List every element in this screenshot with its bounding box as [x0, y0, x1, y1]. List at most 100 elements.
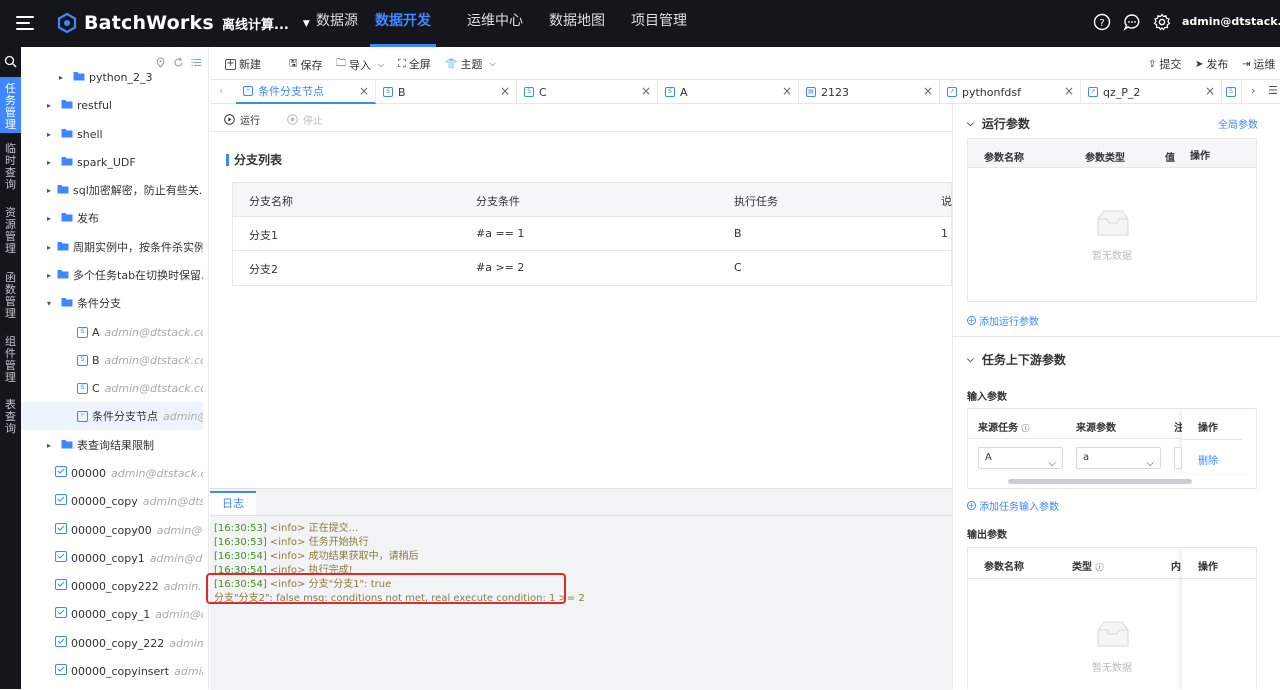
tree-item[interactable]: ▸ restful: [21, 91, 203, 119]
tree-item[interactable]: 00000_copy_222 admin...: [21, 629, 203, 657]
global-params-link[interactable]: 全局参数: [1218, 116, 1258, 131]
close-icon[interactable]: ×: [923, 84, 933, 98]
caret-right-icon[interactable]: ▸: [59, 73, 67, 82]
caret-down-icon[interactable]: ▾: [47, 299, 55, 308]
submit-button[interactable]: ⇪ 提交: [1148, 56, 1181, 72]
tree-item[interactable]: 00000_copy222 admin...: [21, 572, 203, 600]
tree-item[interactable]: 00000_copy_1 admin@d...: [21, 600, 203, 628]
tree-item[interactable]: ⑂ 条件分支节点 admin@...: [21, 402, 203, 430]
tree-item[interactable]: SCadmin@dtstack.co...: [21, 374, 203, 402]
save-button[interactable]: 🖫 保存: [289, 56, 323, 73]
tab-pythonfdsf[interactable]: ↗ pythonfdsf ×: [940, 80, 1081, 104]
nav-tab-ops[interactable]: 运维中心: [467, 0, 523, 47]
tree-item[interactable]: ▸ 发布: [21, 204, 203, 232]
log-tab[interactable]: 日志: [210, 491, 256, 515]
close-icon[interactable]: ×: [1205, 84, 1215, 98]
source-param-select[interactable]: a ⌵: [1076, 447, 1161, 469]
tab-c[interactable]: S C ×: [517, 80, 658, 104]
source-task-select[interactable]: A ⌵: [978, 447, 1063, 469]
delete-link[interactable]: 删除: [1198, 452, 1218, 467]
run-button[interactable]: 运行: [224, 112, 260, 127]
leftnav-component-manage[interactable]: 组件管理: [0, 336, 21, 388]
fullscreen-button[interactable]: ⛶ 全屏: [398, 56, 431, 72]
ops-button[interactable]: ⇥ 运维: [1242, 56, 1275, 72]
close-icon[interactable]: ×: [782, 84, 792, 98]
tab-scroll-right-icon[interactable]: ›: [1251, 84, 1255, 97]
stop-button[interactable]: 停止: [287, 112, 323, 127]
chevron-down-icon: ⌵: [967, 118, 974, 129]
message-icon[interactable]: [1123, 13, 1141, 31]
file-tree: ▸ python_2_3 ▸ restful ▸ shell ▸ spark_UDF ▸ sql加…: [21, 47, 209, 689]
io-params-section[interactable]: ⌵ 任务上下游参数: [967, 351, 1066, 368]
caret-right-icon[interactable]: ▸: [47, 158, 55, 167]
tree-item[interactable]: ▸ python_2_3: [21, 63, 203, 91]
tree-item[interactable]: ▾ 条件分支: [21, 289, 203, 317]
new-button[interactable]: + 新建: [225, 56, 261, 72]
note-input[interactable]: [1174, 447, 1182, 469]
leftnav-task-manage[interactable]: 任务管理: [0, 77, 21, 133]
nav-tab-project[interactable]: 项目管理: [631, 0, 687, 47]
tab-menu-icon[interactable]: ☰: [1268, 84, 1278, 97]
caret-right-icon[interactable]: ▸: [47, 441, 55, 450]
caret-right-icon[interactable]: ▸: [47, 130, 55, 139]
close-icon[interactable]: ×: [641, 84, 651, 98]
run-params-section[interactable]: ⌵ 运行参数: [967, 115, 1030, 132]
script-icon: S: [77, 326, 88, 338]
import-button[interactable]: 🗀 导入 ⌵: [336, 56, 384, 73]
close-icon[interactable]: ×: [1064, 84, 1074, 98]
tab-qz-p-2[interactable]: ↗ qz_P_2 ×: [1081, 80, 1222, 104]
tree-item[interactable]: ▸ sql加密解密，防止有些关...: [21, 176, 203, 204]
theme-button[interactable]: 👕 主题 ⌵: [445, 56, 496, 72]
leftnav-temp-query[interactable]: 临时查询: [0, 143, 21, 195]
table-scrollbar[interactable]: [1008, 479, 1192, 484]
help-icon[interactable]: ?: [1093, 13, 1111, 31]
product-select[interactable]: 离线计算... ▼: [222, 14, 310, 33]
tree-item[interactable]: SBadmin@dtstack.co...: [21, 346, 203, 374]
nav-tab-datasource[interactable]: 数据源: [316, 0, 358, 47]
add-input-param-button[interactable]: + 添加任务输入参数: [967, 498, 1059, 513]
tree-item[interactable]: 00000_copy00 admin@...: [21, 516, 203, 544]
tree-item-owner: admin...: [169, 636, 203, 650]
nav-tab-datamap[interactable]: 数据地图: [549, 0, 605, 47]
settings-icon[interactable]: [1153, 13, 1171, 31]
tree-item[interactable]: 00000_copy1 admin@dt...: [21, 544, 203, 572]
tab-overflow[interactable]: S: [1222, 80, 1242, 104]
caret-right-icon[interactable]: ▸: [47, 186, 51, 195]
search-icon[interactable]: [4, 55, 17, 68]
caret-right-icon[interactable]: ▸: [47, 243, 51, 252]
tab-branch-node[interactable]: ⑂ 条件分支节点 ×: [236, 80, 376, 104]
caret-right-icon[interactable]: ▸: [47, 101, 55, 110]
close-icon[interactable]: ×: [500, 84, 510, 98]
task-icon: [55, 523, 67, 537]
nav-tab-dev[interactable]: 数据开发: [370, 0, 436, 47]
highlight-box: [206, 573, 566, 604]
tree-item[interactable]: ▸ 表查询结果限制: [21, 431, 203, 459]
leftnav-function-manage[interactable]: 函数管理: [0, 272, 21, 324]
tab-a[interactable]: S A ×: [658, 80, 799, 104]
stop-icon: [287, 114, 298, 125]
user-menu[interactable]: admin@dtstack.com: [1182, 15, 1280, 28]
menu-icon[interactable]: [14, 12, 36, 34]
leftnav-resource-manage[interactable]: 资源管理: [0, 207, 21, 259]
add-run-param-button[interactable]: + 添加运行参数: [967, 313, 1039, 328]
param-panel: ⌵ 运行参数 全局参数 参数名称 参数类型 值 操作 暂无数据 + 添加运行参数 ⌵…: [952, 104, 1280, 690]
tree-item[interactable]: ▸ shell: [21, 120, 203, 148]
tab-2123[interactable]: ▤ 2123 ×: [799, 80, 940, 104]
tree-item[interactable]: ▸ 周期实例中，按条件杀实例...: [21, 233, 203, 261]
caret-right-icon[interactable]: ▸: [47, 214, 55, 223]
tree-item[interactable]: 00000_copyinsert admin...: [21, 657, 203, 685]
tree-item[interactable]: ▸ 多个任务tab在切换时保留...: [21, 261, 203, 289]
tree-item[interactable]: 00000 admin@dtstack.co...: [21, 459, 203, 487]
tab-b[interactable]: S B ×: [376, 80, 517, 104]
tree-item-label: spark_UDF: [77, 155, 136, 169]
tree-item[interactable]: 00000_copy admin@dts...: [21, 487, 203, 515]
close-icon[interactable]: ×: [359, 84, 369, 98]
leftnav-table-query[interactable]: 表查询: [0, 399, 21, 439]
tab-scroll-left-icon[interactable]: ‹: [219, 84, 223, 97]
tree-item-label: 周期实例中，按条件杀实例...: [73, 241, 203, 254]
tree-item[interactable]: ▸ spark_UDF: [21, 148, 203, 176]
ops-icon: ⇥: [1242, 58, 1251, 70]
caret-right-icon[interactable]: ▸: [47, 271, 51, 280]
tree-item[interactable]: SAadmin@dtstack.co...: [21, 318, 203, 346]
publish-button[interactable]: ➤ 发布: [1195, 56, 1228, 72]
